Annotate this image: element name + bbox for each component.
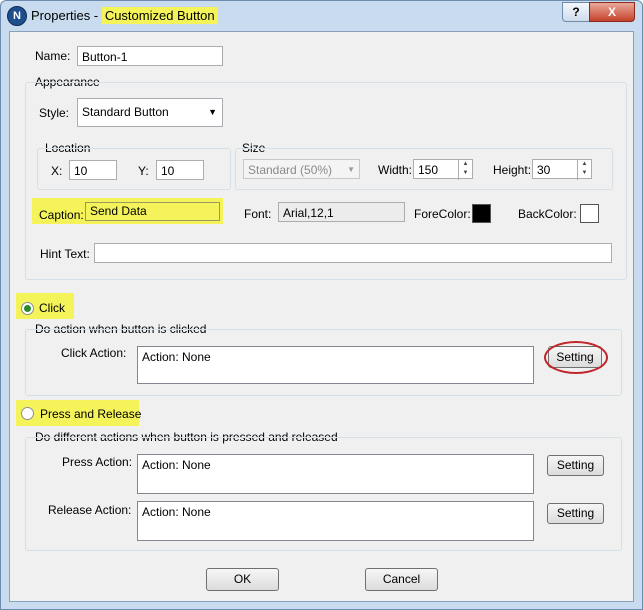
press-mode-label[interactable]: Press and Release [40,407,141,421]
title-bar: N Properties - Customized Button ? X [1,1,642,31]
width-value: 150 [418,163,439,177]
style-select-value: Standard Button [82,105,169,119]
name-label: Name: [35,49,71,63]
height-spinner[interactable]: ▲ ▼ [577,160,591,180]
backcolor-swatch[interactable] [580,204,599,223]
window-title: Properties - Customized Button [31,7,218,24]
width-label: Width: [378,163,413,177]
app-logo-icon: N [7,6,27,26]
hint-text-input[interactable] [94,243,612,263]
style-label: Style: [39,106,70,120]
height-value: 30 [537,163,551,177]
spin-down-icon[interactable]: ▼ [459,169,472,178]
width-spinner[interactable]: ▲ ▼ [458,160,472,180]
width-input[interactable]: 150 ▲ ▼ [413,159,473,180]
click-mode-radio[interactable] [21,302,34,315]
press-action-field[interactable]: Action: None [137,454,534,494]
font-field[interactable]: Arial,12,1 [278,202,405,222]
height-label: Height: [493,163,532,177]
forecolor-swatch[interactable] [472,204,491,223]
forecolor-label: ForeColor: [414,207,471,221]
press-mode-radio[interactable] [21,407,34,420]
spin-up-icon[interactable]: ▲ [459,160,472,169]
cancel-button[interactable]: Cancel [365,568,438,591]
annotation-circle [544,341,608,374]
properties-dialog: N Properties - Customized Button ? X Nam… [0,0,643,610]
click-action-label: Click Action: [61,346,127,360]
caption-label: Caption: [39,208,84,222]
chevron-down-icon: ▼ [347,165,355,174]
location-y-label: Y: [138,164,149,178]
location-y-input[interactable]: 10 [156,160,204,180]
caption-input[interactable]: Send Data [85,202,220,221]
dialog-body: Name: Button-1 Appearance Style: Standar… [9,31,634,602]
spin-up-icon[interactable]: ▲ [578,160,591,169]
window-title-prefix: Properties - [31,8,102,23]
backcolor-label: BackColor: [518,207,577,221]
release-action-label: Release Action: [48,503,132,517]
chevron-down-icon: ▼ [208,107,217,117]
size-preset-select: Standard (50%) ▼ [243,159,360,179]
style-select[interactable]: Standard Button ▼ [77,98,223,127]
release-action-field[interactable]: Action: None [137,501,534,541]
click-mode-label[interactable]: Click [39,301,65,315]
spin-down-icon[interactable]: ▼ [578,169,591,178]
window-title-highlight: Customized Button [101,7,218,24]
close-button[interactable]: X [589,2,635,22]
location-x-label: X: [51,164,63,178]
help-button[interactable]: ? [562,2,590,22]
ok-button[interactable]: OK [206,568,279,591]
location-x-input[interactable]: 10 [69,160,117,180]
click-action-field[interactable]: Action: None [137,346,534,384]
name-input[interactable]: Button-1 [77,46,223,66]
hint-text-label: Hint Text: [40,247,90,261]
height-input[interactable]: 30 ▲ ▼ [532,159,592,180]
radio-selected-dot [24,305,31,312]
press-action-label: Press Action: [62,455,133,469]
press-setting-button[interactable]: Setting [547,455,604,476]
size-preset-value: Standard (50%) [248,163,333,177]
font-label: Font: [244,207,272,221]
release-setting-button[interactable]: Setting [547,503,604,524]
